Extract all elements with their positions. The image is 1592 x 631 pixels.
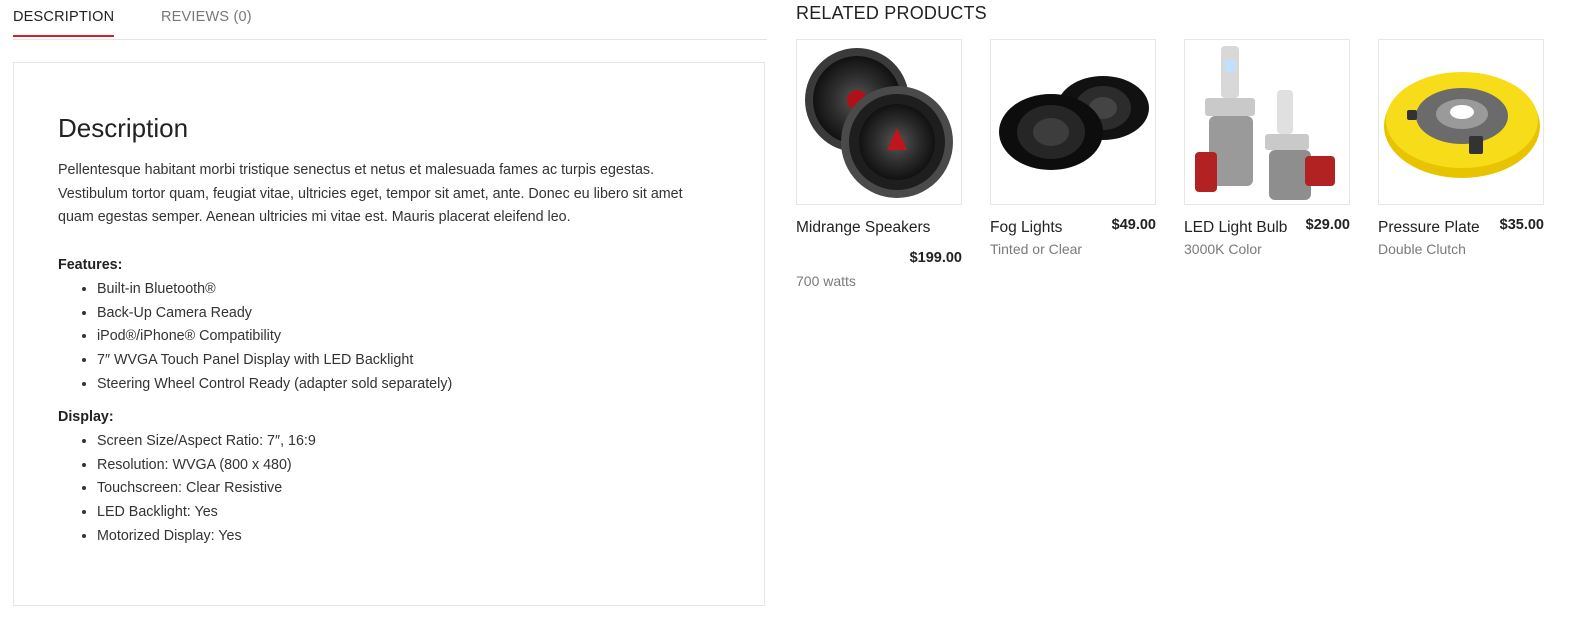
product-subtitle: 700 watts [796, 273, 856, 289]
list-item: Steering Wheel Control Ready (adapter so… [97, 373, 452, 397]
product-price: $35.00 [1499, 217, 1544, 233]
features-label: Features: [58, 257, 123, 273]
product-subtitle: 3000K Color [1184, 241, 1262, 257]
led-bulb-icon [1195, 46, 1335, 200]
description-panel: Description Pellentesque habitant morbi … [13, 62, 765, 606]
product-thumbnail[interactable] [1184, 39, 1350, 205]
display-list: Screen Size/Aspect Ratio: 7″, 16:9 Resol… [58, 430, 316, 549]
product-card-fog-lights: Fog Lights $49.00 Tinted or Clear [990, 39, 1156, 257]
product-name[interactable]: LED Light Bulb [1184, 219, 1287, 237]
product-price: $49.00 [1111, 217, 1156, 233]
product-thumbnail[interactable] [990, 39, 1156, 205]
product-subtitle: Tinted or Clear [990, 241, 1083, 257]
tab-description[interactable]: Description [13, 9, 115, 37]
list-item: Touchscreen: Clear Resistive [97, 477, 316, 501]
product-name[interactable]: Midrange Speakers [796, 219, 930, 237]
product-card-pressure-plate: Pressure Plate $35.00 Double Clutch [1378, 39, 1544, 257]
speaker-icon [805, 48, 953, 198]
list-item: Back-Up Camera Ready [97, 302, 452, 326]
product-card-midrange-speakers: Midrange Speakers $199.00 700 watts [796, 39, 962, 289]
list-item: LED Backlight: Yes [97, 501, 316, 525]
list-item: 7″ WVGA Touch Panel Display with LED Bac… [97, 349, 452, 373]
product-card-led-light-bulb: LED Light Bulb $29.00 3000K Color [1184, 39, 1350, 257]
product-price: $29.00 [1305, 217, 1350, 233]
product-name[interactable]: Fog Lights [990, 219, 1062, 237]
product-tabs: Description Reviews (0) [13, 0, 767, 40]
list-item: iPod®/iPhone® Compatibility [97, 325, 452, 349]
fog-light-icon [999, 76, 1149, 170]
display-label: Display: [58, 409, 114, 425]
tab-reviews[interactable]: Reviews (0) [161, 9, 252, 25]
product-thumbnail[interactable] [796, 39, 962, 205]
description-text: Pellentesque habitant morbi tristique se… [58, 162, 683, 226]
product-subtitle: Double Clutch [1378, 241, 1466, 257]
list-item: Screen Size/Aspect Ratio: 7″, 16:9 [97, 430, 316, 454]
product-price: $199.00 [909, 250, 962, 266]
pressure-plate-icon [1384, 72, 1540, 178]
list-item: Built-in Bluetooth® [97, 278, 452, 302]
description-heading: Description [58, 113, 189, 143]
features-list: Built-in Bluetooth® Back-Up Camera Ready… [58, 278, 452, 397]
list-item: Resolution: WVGA (800 x 480) [97, 454, 316, 478]
list-item: Motorized Display: Yes [97, 525, 316, 549]
product-thumbnail[interactable] [1378, 39, 1544, 205]
product-name[interactable]: Pressure Plate [1378, 219, 1480, 237]
related-products-title: Related Products [796, 3, 987, 23]
